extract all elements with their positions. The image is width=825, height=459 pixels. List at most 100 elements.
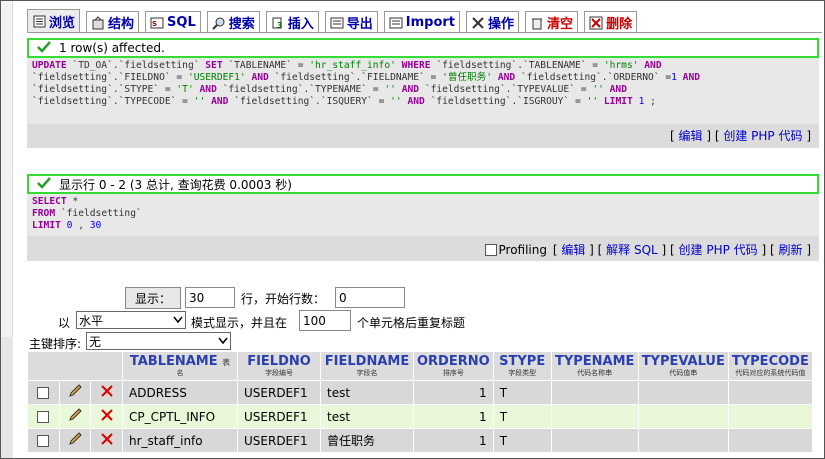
rows-count-input[interactable]: 30	[185, 287, 235, 308]
operations-icon	[471, 16, 485, 30]
table-row: CP_CPTL_INFO USERDEF1 test 1 T	[28, 405, 812, 428]
column-header-fieldname[interactable]: FIELDNAME 字段名	[321, 352, 413, 380]
cell-typename[interactable]	[551, 429, 638, 452]
cell-typevalue[interactable]	[638, 405, 728, 428]
table-header-row: TABLENAME 表名 FIELDNO 字段编号 FIELDNAME 字段名 OR…	[28, 352, 812, 380]
tab-label: Import	[405, 15, 456, 30]
column-header-typecode[interactable]: TYPECODE 代码对应的系统代码值	[728, 352, 812, 380]
in-label: 以	[58, 316, 71, 330]
tab-structure[interactable]: 结构	[86, 11, 140, 33]
start-row-input[interactable]: 0	[335, 287, 405, 308]
column-header-typevalue[interactable]: TYPEVALUE 代码值串	[638, 352, 728, 380]
cell-stype[interactable]: T	[493, 429, 551, 452]
cell-typecode[interactable]	[728, 429, 812, 452]
display-mode-select[interactable]: 水平	[76, 311, 186, 329]
insert-icon: 3	[271, 16, 285, 30]
cell-typecode[interactable]	[728, 381, 812, 404]
column-header-stype[interactable]: STYPE 字段类型	[493, 352, 551, 380]
tab-bar: 浏览 结构 S SQL 搜索 3 插入 导出 Import 操作 清空 删除	[27, 9, 643, 33]
sort-select[interactable]: 无	[86, 332, 231, 350]
row-checkbox[interactable]	[37, 387, 50, 399]
tab-operations[interactable]: 操作	[466, 11, 520, 33]
tab-empty[interactable]: 清空	[525, 11, 579, 33]
edit-link[interactable]: 编辑	[679, 129, 703, 143]
delete-x-icon[interactable]	[91, 429, 122, 452]
repeat-headers-input[interactable]: 100	[299, 310, 351, 331]
svg-text:S: S	[152, 20, 157, 28]
app-frame: 浏览 结构 S SQL 搜索 3 插入 导出 Import 操作 清空 删除 1…	[0, 0, 825, 459]
sort-value: 无	[89, 334, 102, 349]
tab-import[interactable]: Import	[383, 11, 461, 33]
mode-label: 模式显示，并且在	[191, 316, 288, 330]
tab-browse[interactable]: 浏览	[27, 9, 81, 33]
tab-insert[interactable]: 3 插入	[265, 11, 319, 33]
success-check-icon	[37, 176, 51, 192]
cell-orderno[interactable]: 1	[414, 429, 493, 452]
tab-export[interactable]: 导出	[324, 11, 378, 33]
tab-label: 删除	[606, 17, 633, 32]
tab-sql[interactable]: S SQL	[145, 11, 201, 33]
export-icon	[330, 16, 344, 30]
create-php-code-link[interactable]: 创建 PHP 代码	[679, 243, 758, 257]
table-row: hr_staff_info USERDEF1 曾任职务 1 T	[28, 429, 812, 452]
cell-orderno[interactable]: 1	[414, 405, 493, 428]
column-header-fieldno[interactable]: FIELDNO 字段编号	[238, 352, 320, 380]
svg-text:3: 3	[277, 21, 283, 30]
tab-search[interactable]: 搜索	[206, 11, 260, 33]
row-checkbox[interactable]	[37, 411, 50, 423]
cell-fieldname[interactable]: test	[321, 381, 413, 404]
tab-label: 清空	[547, 17, 574, 32]
cell-fieldno[interactable]: USERDEF1	[238, 429, 320, 452]
column-header-typename[interactable]: TYPENAME 代码名称串	[551, 352, 638, 380]
cell-fieldno[interactable]: USERDEF1	[238, 405, 320, 428]
cell-typecode[interactable]	[728, 405, 812, 428]
tab-label: 导出	[346, 17, 373, 32]
affected-rows-text: 1 row(s) affected.	[59, 41, 165, 55]
rows-shown-text: 显示行 0 - 2 (3 总计, 查询花费 0.0003 秒)	[59, 177, 292, 192]
sql-icon: S	[150, 16, 164, 30]
cell-fieldname[interactable]: test	[321, 405, 413, 428]
empty-icon	[530, 16, 544, 30]
update-sql-box: UPDATE `TD_OA`.`fieldsetting` SET `TABLE…	[27, 58, 819, 148]
show-button[interactable]: 显示：	[125, 287, 181, 309]
cell-tablename[interactable]: CP_CPTL_INFO	[123, 405, 237, 428]
cell-typename[interactable]	[551, 405, 638, 428]
edit-pencil-icon[interactable]	[59, 405, 91, 428]
cell-fieldname[interactable]: 曾任职务	[321, 429, 413, 452]
edit-pencil-icon[interactable]	[59, 429, 91, 452]
cell-typevalue[interactable]	[638, 381, 728, 404]
column-header-tablename[interactable]: TABLENAME 表名	[123, 352, 237, 380]
update-actions: [ 编辑 ] [ 创建 PHP 代码 ]	[670, 129, 811, 143]
tab-label: 浏览	[49, 16, 76, 31]
tab-label: 操作	[488, 17, 515, 32]
update-success-message: 1 row(s) affected.	[27, 38, 819, 58]
cell-tablename[interactable]: hr_staff_info	[123, 429, 237, 452]
select-sql-box: SELECT * FROM `fieldsetting` LIMIT 0 , 3…	[27, 194, 819, 261]
tab-drop[interactable]: 删除	[584, 11, 638, 33]
column-header-orderno[interactable]: ORDERNO 排序号	[414, 352, 493, 380]
profiling-label: Profiling	[498, 242, 548, 257]
edit-link[interactable]: 编辑	[561, 243, 585, 257]
rows-label: 行，开始行数：	[241, 292, 326, 306]
chevron-down-icon	[218, 334, 228, 348]
row-checkbox[interactable]	[37, 435, 50, 447]
delete-x-icon[interactable]	[91, 405, 122, 428]
refresh-link[interactable]: 刷新	[778, 243, 802, 257]
profiling-checkbox[interactable]	[484, 243, 497, 256]
create-php-code-link[interactable]: 创建 PHP 代码	[723, 129, 802, 143]
cell-typevalue[interactable]	[638, 429, 728, 452]
cell-stype[interactable]: T	[493, 405, 551, 428]
tab-label: 插入	[287, 17, 314, 32]
drop-icon	[589, 16, 603, 30]
explain-sql-link[interactable]: 解释 SQL	[606, 243, 658, 257]
edit-pencil-icon[interactable]	[59, 381, 91, 404]
delete-x-icon[interactable]	[91, 381, 122, 404]
tab-label: 结构	[108, 17, 135, 32]
cell-stype[interactable]: T	[493, 381, 551, 404]
cell-fieldno[interactable]: USERDEF1	[238, 381, 320, 404]
search-icon	[212, 16, 226, 30]
structure-icon	[91, 15, 105, 30]
cell-typename[interactable]	[551, 381, 638, 404]
cell-orderno[interactable]: 1	[414, 381, 493, 404]
cell-tablename[interactable]: ADDRESS	[123, 381, 237, 404]
